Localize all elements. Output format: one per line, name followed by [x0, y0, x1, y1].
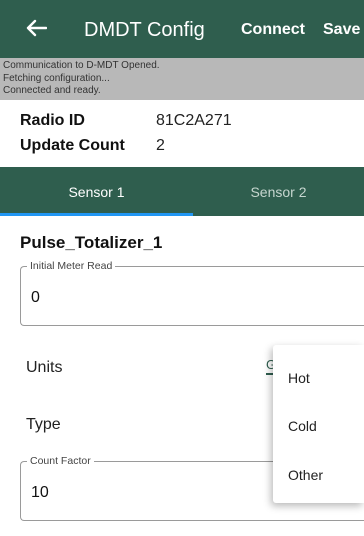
menu-item-cold[interactable]: Cold	[288, 417, 317, 435]
device-info: Radio ID 81C2A271 Update Count 2	[0, 100, 364, 166]
count-factor-label: Count Factor	[27, 455, 94, 467]
app-title: DMDT Config	[84, 19, 205, 41]
update-count-value: 2	[156, 137, 165, 154]
tab-indicator	[0, 213, 193, 216]
radio-id-value: 81C2A271	[156, 112, 232, 129]
arrow-left-icon	[26, 19, 47, 37]
sensor-tabs: Sensor 1 Sensor 2	[0, 167, 364, 216]
radio-id-label: Radio ID	[20, 112, 85, 129]
status-log: Communication to D-MDT Opened. Fetching …	[0, 58, 364, 100]
log-line: Fetching configuration...	[3, 72, 110, 84]
initial-meter-read-field[interactable]: Initial Meter Read 0	[20, 260, 364, 326]
initial-meter-read-value: 0	[31, 289, 40, 306]
connect-button[interactable]: Connect	[241, 20, 305, 40]
save-button[interactable]: Save	[323, 20, 360, 40]
back-button[interactable]	[22, 14, 50, 42]
app-bar: DMDT Config Connect Save	[0, 0, 364, 58]
log-line: Connected and ready.	[3, 85, 101, 96]
tab-sensor-1[interactable]: Sensor 1	[0, 167, 193, 216]
units-label: Units	[26, 359, 63, 376]
type-label: Type	[26, 416, 61, 433]
type-dropdown-menu: Hot Cold Other	[273, 345, 364, 503]
menu-item-hot[interactable]: Hot	[288, 369, 310, 387]
tab-sensor-2[interactable]: Sensor 2	[193, 167, 364, 216]
menu-item-other[interactable]: Other	[288, 466, 323, 484]
log-line: Communication to D-MDT Opened.	[3, 60, 160, 71]
update-count-label: Update Count	[20, 137, 125, 154]
sensor-name: Pulse_Totalizer_1	[20, 233, 163, 252]
count-factor-value: 10	[31, 484, 49, 501]
initial-meter-read-label: Initial Meter Read	[27, 260, 116, 272]
